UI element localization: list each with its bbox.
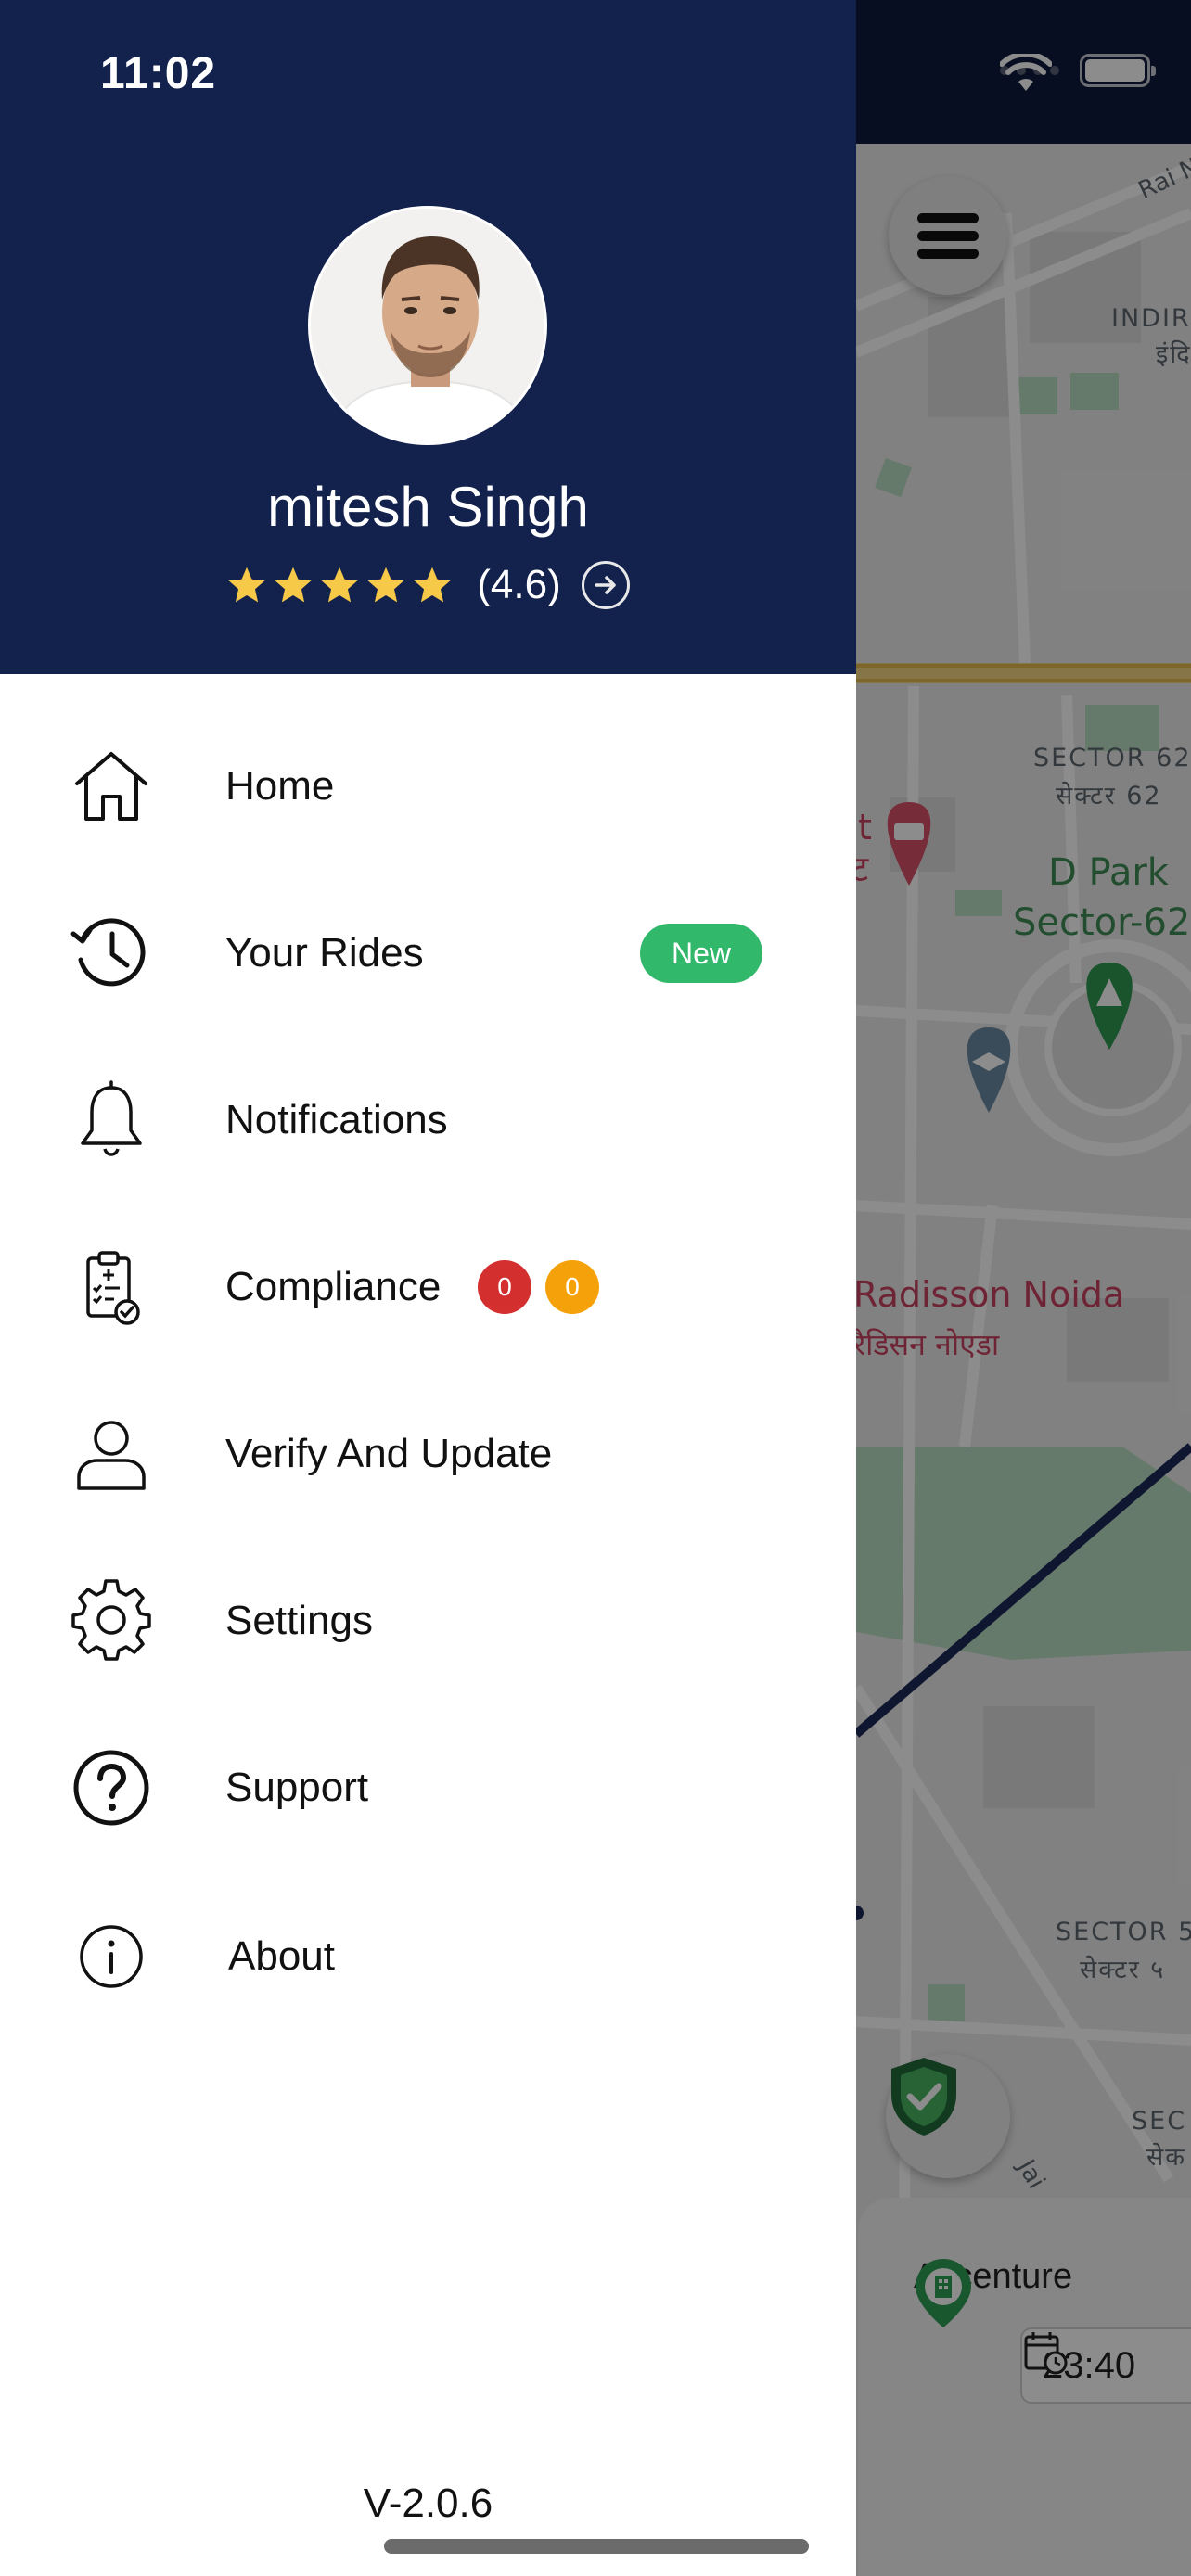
new-badge: New [640,924,762,983]
menu-item-notifications[interactable]: Notifications [0,1055,856,1185]
menu-item-verify-and-update[interactable]: Verify And Update [0,1389,856,1519]
home-icon [67,742,156,831]
compliance-count-orange: 0 [545,1260,599,1314]
menu-item-label: Support [225,1765,369,1810]
star-icon [228,567,265,603]
menu-item-label: Compliance [225,1264,442,1309]
bell-icon [67,1076,156,1165]
menu-item-compliance[interactable]: Compliance 0 0 [0,1222,856,1352]
side-drawer: 11:02 mitesh Singh (4.6) Home Your Rides… [0,0,856,2576]
drawer-header: 11:02 mitesh Singh (4.6) [0,0,856,674]
clipboard-check-icon [67,1243,156,1332]
app-version: V-2.0.6 [363,2480,493,2526]
menu-item-label: Settings [225,1598,373,1643]
profile-name: mitesh Singh [267,476,589,538]
info-circle-icon [67,1912,156,2001]
menu-item-about[interactable]: About [0,1892,856,2021]
star-icon [367,567,404,603]
profile-photo [311,209,544,442]
menu-item-home[interactable]: Home [0,721,856,851]
menu-item-your-rides[interactable]: Your Rides New [0,888,856,1018]
menu-item-label: Notifications [225,1097,448,1142]
star-icon [414,567,451,603]
star-icon [275,567,312,603]
menu-item-label: Your Rides [225,930,424,976]
history-clock-icon [67,909,156,998]
rating-value: (4.6) [477,562,561,607]
gear-icon [67,1576,156,1665]
menu-item-label: Home [225,763,335,809]
rating-row[interactable]: (4.6) [0,561,856,609]
avatar[interactable] [308,206,547,445]
star-rating [226,565,453,606]
menu-item-label: Verify And Update [225,1431,553,1476]
home-indicator[interactable] [384,2539,809,2554]
star-icon [321,567,358,603]
compliance-count-red: 0 [478,1260,531,1314]
menu-item-support[interactable]: Support [0,1723,856,1853]
menu-item-settings[interactable]: Settings [0,1556,856,1686]
question-circle-icon [67,1743,156,1832]
status-time: 11:02 [100,49,217,98]
arrow-right-circle-icon[interactable] [581,561,630,609]
user-icon [67,1409,156,1498]
menu-item-label: About [228,1933,335,1979]
